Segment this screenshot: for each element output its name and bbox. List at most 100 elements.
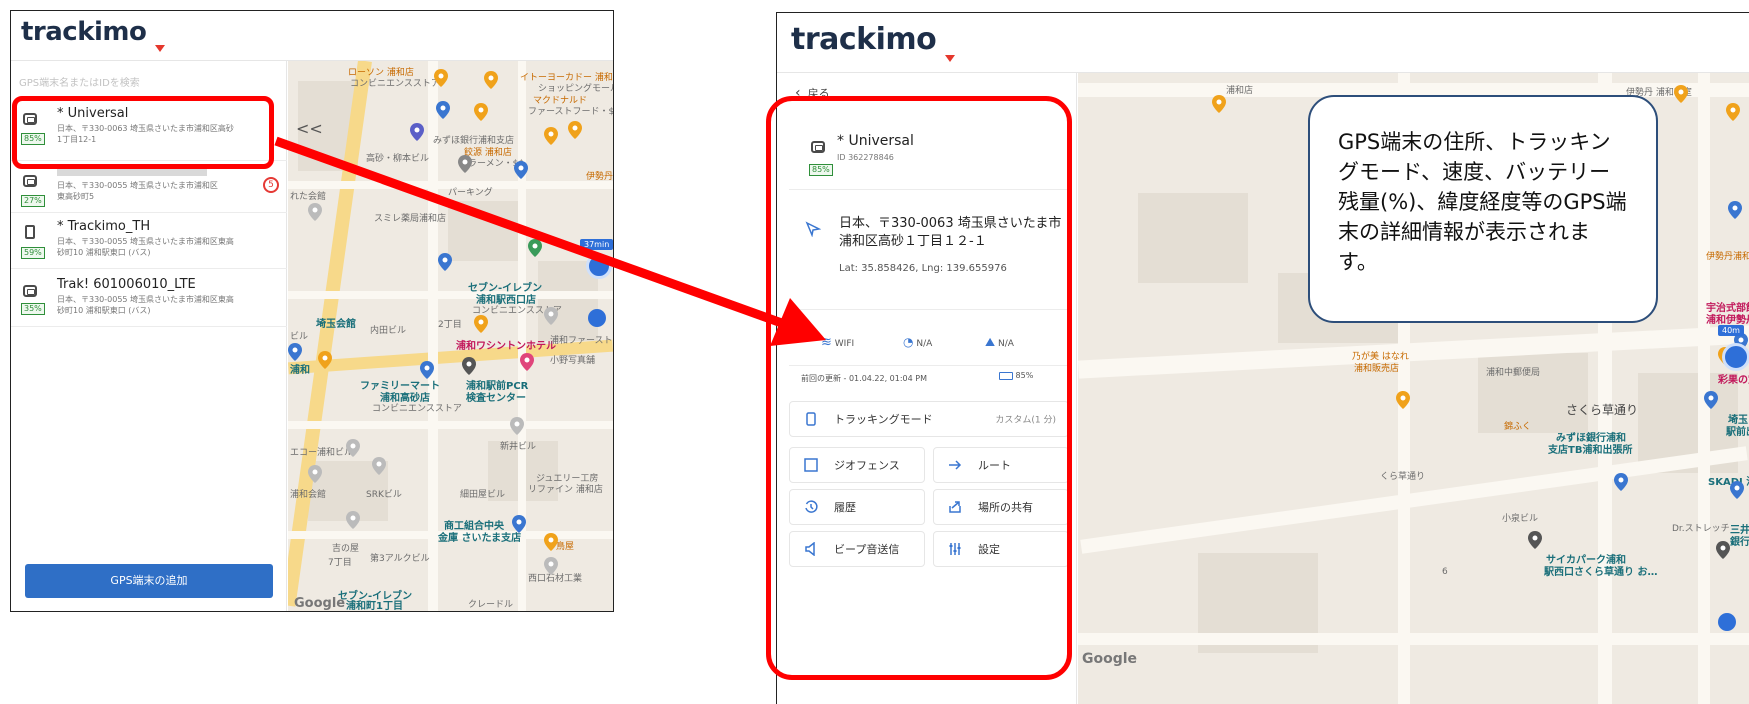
map-pin-icon[interactable] [434, 69, 448, 87]
map-label: 7丁目 [328, 558, 352, 568]
map-pin-icon[interactable] [474, 103, 488, 121]
map-label: SRKビル [366, 490, 402, 500]
travel-time-chip: 37min [580, 239, 613, 250]
map-pin-icon[interactable] [544, 533, 558, 551]
map-road [288, 421, 613, 429]
trackimo-logo[interactable]: trackimo [791, 22, 955, 62]
search-input[interactable]: GPS端末名またはIDを検索 [19, 71, 279, 93]
map-label: 金庫 さいたま支店 [438, 533, 522, 544]
map-pin-icon[interactable] [1716, 541, 1730, 559]
trackimo-logo[interactable]: trackimo [21, 17, 165, 52]
add-device-button[interactable]: GPS端末の追加 [25, 564, 273, 598]
map-label: 浦和販売店 [1354, 364, 1400, 374]
map-pin-icon[interactable] [510, 417, 524, 435]
map-label: 細田屋ビル [460, 490, 506, 500]
device-address-line2: 砂町10 浦和駅東口 (バス) [57, 306, 151, 315]
device-location-icon[interactable] [588, 309, 606, 327]
map-label: 内田ビル [370, 326, 407, 336]
map-pin-icon[interactable] [410, 123, 424, 141]
map-label: 駅前出張所 無人ATM [1726, 427, 1749, 438]
map-pin-icon[interactable] [1728, 201, 1742, 219]
map-label: 浦和店 [1226, 86, 1254, 96]
google-logo: Google [294, 596, 346, 611]
map-label: リファイン 浦和店 [528, 485, 603, 495]
battery-badge: 27% [21, 195, 45, 207]
device-address-line2: 砂町10 浦和駅東口 (バス) [57, 248, 151, 257]
map-road [1698, 73, 1710, 704]
map-label: 浦和 [290, 365, 310, 376]
battery-badge: 59% [21, 247, 45, 259]
device-location-icon[interactable] [1718, 613, 1736, 631]
travel-time-chip: 40m [1718, 325, 1744, 336]
device-address-line1: 日本、〒330-0055 埼玉県さいたま市浦和区 [57, 181, 218, 190]
device-item-trackimo-th[interactable]: 59% * Trackimo_TH 日本、〒330-0055 埼玉県さいたま市浦… [11, 213, 287, 269]
map-pin-icon[interactable] [1730, 481, 1744, 499]
travel-time-text: 40m [1722, 326, 1740, 335]
battery-badge: 35% [21, 303, 45, 315]
map-pin-icon[interactable] [520, 353, 534, 371]
map-pin-icon[interactable] [512, 515, 526, 533]
map-pin-icon[interactable] [458, 155, 472, 173]
map-label: 浦和中郵便局 [1486, 368, 1541, 378]
map-pin-icon[interactable] [544, 557, 558, 575]
map-pin-icon[interactable] [346, 511, 360, 529]
device-icon [23, 175, 37, 187]
map-view[interactable]: << ローソン 浦和店 コンビニエンスストア イトーヨーカドー 浦和 ショッピン… [288, 61, 613, 611]
map-road [1078, 633, 1749, 645]
map-label: クレードル [468, 600, 514, 610]
map-road [288, 291, 613, 299]
map-label: コンビニエンスストア [350, 79, 440, 89]
map-road [1080, 446, 1748, 554]
map-label: れた会館 [290, 192, 327, 202]
device-item-trak-lte[interactable]: 35% Trak! 601006010_LTE 日本、〒330-0055 埼玉県… [11, 269, 287, 327]
map-pin-icon[interactable] [420, 361, 434, 379]
map-pin-icon[interactable] [568, 121, 582, 139]
map-pin-icon[interactable] [528, 239, 542, 257]
map-label: エコー浦和ビル [290, 448, 354, 458]
map-pin-icon[interactable] [308, 203, 322, 221]
map-pin-icon[interactable] [318, 351, 332, 369]
device-marker-icon[interactable] [586, 253, 612, 279]
map-pin-icon[interactable] [462, 357, 476, 375]
map-pin-icon[interactable] [1396, 391, 1410, 409]
map-label: 埼玉会館 [316, 319, 356, 330]
map-label: 鳥屋 [556, 542, 575, 552]
map-pin-icon[interactable] [1614, 473, 1628, 491]
annotation-callout: GPS端末の住所、トラッキングモード、速度、バッテリー残量(%)、緯度経度等のG… [1308, 95, 1658, 323]
callout-text: GPS端末の住所、トラッキングモード、速度、バッテリー残量(%)、緯度経度等のG… [1338, 130, 1627, 274]
map-pin-icon[interactable] [474, 315, 488, 333]
map-pin-icon[interactable] [514, 161, 528, 179]
device-marker-icon[interactable] [1722, 343, 1749, 371]
map-pin-icon[interactable] [438, 253, 452, 271]
map-pin-icon[interactable] [1528, 531, 1542, 549]
map-pin-icon[interactable] [544, 307, 558, 325]
map-label: 浦和ファースト [550, 336, 613, 346]
map-pin-icon[interactable] [346, 439, 360, 457]
map-road [1078, 325, 1749, 379]
map-pin-icon[interactable] [436, 101, 450, 119]
map-pin-icon[interactable] [544, 127, 558, 145]
map-label: 新井ビル [500, 442, 537, 452]
map-label: 6 [1442, 567, 1448, 577]
map-pin-icon[interactable] [1726, 103, 1740, 121]
map-label: 浦和町1丁目 [346, 601, 403, 611]
map-label: ビル [290, 332, 309, 342]
map-label: 浦和会館 [290, 490, 327, 500]
map-label: コンビニエンスストア [372, 404, 462, 414]
travel-time-text: 37min [584, 240, 610, 249]
collapse-panel-button[interactable]: << [296, 119, 323, 138]
map-pin-icon[interactable] [1704, 391, 1718, 409]
map-pin-icon[interactable] [288, 343, 302, 361]
map-label: 浦和伊勢丹 [1706, 315, 1749, 326]
map-pin-icon[interactable] [308, 465, 322, 483]
logo-text: trackimo [21, 17, 147, 47]
map-label: スミレ薬局浦和店 [374, 214, 447, 224]
map-pin-icon[interactable] [372, 457, 386, 475]
map-block [1138, 193, 1248, 283]
map-label: 伊勢丹浦和 [1706, 252, 1749, 262]
map-pin-icon[interactable] [484, 71, 498, 89]
map-label: 検査センター [466, 393, 526, 404]
map-pin-icon[interactable] [1674, 85, 1688, 103]
map-pin-icon[interactable] [1212, 95, 1226, 113]
map-label: 高砂・柳本ビル [366, 154, 430, 164]
